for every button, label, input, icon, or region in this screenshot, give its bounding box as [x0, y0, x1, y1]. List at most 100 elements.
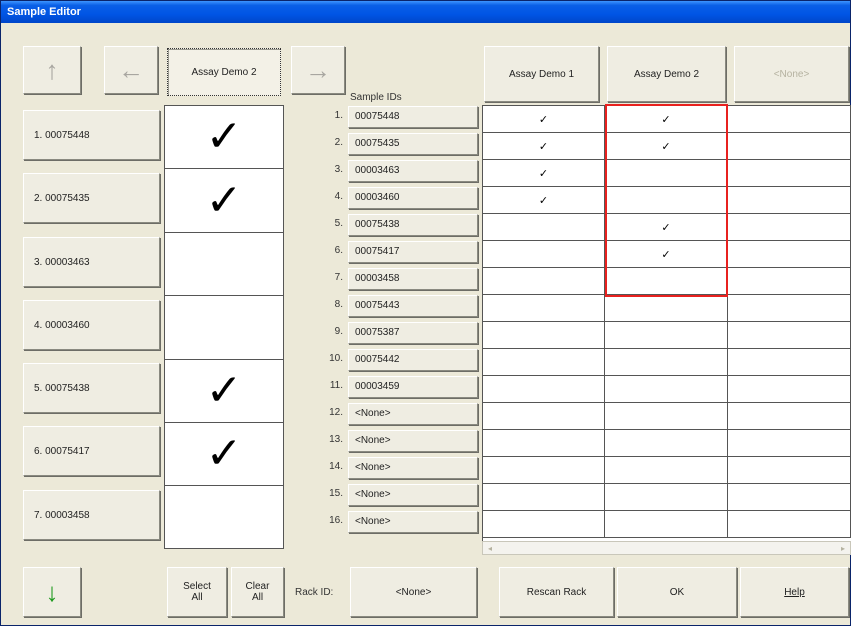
move-up-button[interactable]: ↑ [23, 46, 81, 94]
assay-grid-cell[interactable] [605, 376, 728, 403]
assay-grid-cell[interactable] [728, 268, 851, 295]
sample-button[interactable]: 3. 00003463 [23, 237, 160, 287]
check-cell[interactable] [165, 296, 283, 360]
move-down-button[interactable]: ↓ [23, 567, 81, 617]
assay-grid-cell[interactable] [605, 457, 728, 484]
assay-grid-cell[interactable] [483, 457, 605, 484]
assay-grid-cell[interactable] [483, 295, 605, 322]
next-assay-button[interactable]: → [291, 46, 345, 94]
sample-button[interactable]: 1. 00075448 [23, 110, 160, 160]
rack-row-number: 16. [329, 515, 343, 526]
assay-grid-cell[interactable] [728, 160, 851, 187]
assay-grid-cell[interactable] [605, 430, 728, 457]
assay-grid-cell[interactable] [728, 187, 851, 214]
assay-grid-cell[interactable]: ✓ [605, 106, 728, 133]
assay-grid-cell[interactable]: ✓ [483, 133, 605, 160]
check-cell[interactable]: ✓ [165, 106, 283, 169]
horizontal-scrollbar[interactable]: ◂ ▸ [482, 541, 851, 555]
sample-label: 3. 00003463 [34, 256, 90, 268]
sample-id-button[interactable]: <None> [348, 403, 478, 425]
assay-grid-cell[interactable] [728, 511, 851, 538]
assay-grid-cell[interactable] [728, 133, 851, 160]
assay-grid-cell[interactable] [483, 214, 605, 241]
assay-grid-cell[interactable] [728, 376, 851, 403]
assay-grid-cell[interactable] [605, 349, 728, 376]
sample-id-button[interactable]: 00075438 [348, 214, 478, 236]
clear-all-button[interactable]: Clear All [231, 567, 284, 617]
assay-grid-cell[interactable]: ✓ [605, 133, 728, 160]
check-cell[interactable]: ✓ [165, 360, 283, 423]
sample-button[interactable]: 7. 00003458 [23, 490, 160, 540]
help-button[interactable]: Help [740, 567, 849, 617]
assay-grid-cell[interactable]: ✓ [483, 106, 605, 133]
assay-grid-cell[interactable] [728, 457, 851, 484]
sample-id-button[interactable]: 00003458 [348, 268, 478, 290]
rack-id-button[interactable]: <None> [350, 567, 477, 617]
assay-grid-cell[interactable] [483, 322, 605, 349]
assay-grid-cell[interactable] [483, 349, 605, 376]
assay-header-button[interactable]: <None> [734, 46, 849, 102]
sample-id-button[interactable]: 00075417 [348, 241, 478, 263]
assay-header-button[interactable]: Assay Demo 2 [607, 46, 726, 102]
previous-assay-button[interactable]: ← [104, 46, 158, 94]
assay-grid-cell[interactable] [728, 322, 851, 349]
assay-grid-cell[interactable] [605, 322, 728, 349]
select-all-button[interactable]: Select All [167, 567, 227, 617]
check-cell[interactable]: ✓ [165, 423, 283, 486]
sample-id-button[interactable]: 00075435 [348, 133, 478, 155]
assay-grid-cell[interactable] [728, 403, 851, 430]
sample-id-button[interactable]: 00003460 [348, 187, 478, 209]
current-assay-button[interactable]: Assay Demo 2 [167, 48, 281, 96]
sample-button[interactable]: 6. 00075417 [23, 426, 160, 476]
sample-id-button[interactable]: 00075443 [348, 295, 478, 317]
assay-grid-cell[interactable] [728, 430, 851, 457]
sample-id-button[interactable]: <None> [348, 457, 478, 479]
assay-grid-cell[interactable]: ✓ [605, 241, 728, 268]
current-assay-label: Assay Demo 2 [191, 66, 257, 78]
sample-button[interactable]: 4. 00003460 [23, 300, 160, 350]
check-cell[interactable] [165, 233, 283, 296]
assay-grid-cell[interactable] [483, 511, 605, 538]
assay-grid-cell[interactable] [483, 403, 605, 430]
assay-grid-cell[interactable]: ✓ [605, 214, 728, 241]
assay-grid-cell[interactable] [483, 484, 605, 511]
assay-grid-cell[interactable] [605, 187, 728, 214]
assay-grid-cell[interactable] [728, 484, 851, 511]
scroll-left-icon[interactable]: ◂ [484, 543, 496, 554]
sample-id-button[interactable]: 00003463 [348, 160, 478, 182]
assay-grid-cell[interactable] [605, 403, 728, 430]
assay-grid-cell[interactable] [483, 376, 605, 403]
sample-button[interactable]: 2. 00075435 [23, 173, 160, 223]
assay-grid-cell[interactable] [728, 106, 851, 133]
assay-grid-cell[interactable] [605, 511, 728, 538]
sample-id-button[interactable]: <None> [348, 511, 478, 533]
assay-grid-cell[interactable] [728, 214, 851, 241]
sample-button[interactable]: 5. 00075438 [23, 363, 160, 413]
sample-id-button[interactable]: <None> [348, 430, 478, 452]
assay-grid-cell[interactable] [483, 241, 605, 268]
assay-grid-cell[interactable] [605, 295, 728, 322]
sample-id-button[interactable]: 00075442 [348, 349, 478, 371]
assay-grid-cell[interactable] [605, 268, 728, 295]
check-cell[interactable]: ✓ [165, 169, 283, 233]
assay-grid-cell[interactable] [483, 268, 605, 295]
assay-grid-cell[interactable] [728, 295, 851, 322]
assay-grid-cell[interactable] [605, 484, 728, 511]
ok-button[interactable]: OK [617, 567, 737, 617]
rack-row-number: 9. [334, 326, 343, 337]
assay-header-button[interactable]: Assay Demo 1 [484, 46, 599, 102]
assay-grid-cell[interactable] [728, 349, 851, 376]
sample-id-button[interactable]: <None> [348, 484, 478, 506]
assay-grid-cell[interactable]: ✓ [483, 160, 605, 187]
check-cell[interactable] [165, 486, 283, 548]
assay-grid-cell[interactable] [605, 160, 728, 187]
sample-id-button[interactable]: 00075387 [348, 322, 478, 344]
sample-id-button[interactable]: 00003459 [348, 376, 478, 398]
up-arrow-icon: ↑ [45, 55, 59, 85]
assay-grid-cell[interactable]: ✓ [483, 187, 605, 214]
assay-grid-cell[interactable] [728, 241, 851, 268]
sample-id-button[interactable]: 00075448 [348, 106, 478, 128]
assay-grid-cell[interactable] [483, 430, 605, 457]
scroll-right-icon[interactable]: ▸ [837, 543, 849, 554]
rescan-rack-button[interactable]: Rescan Rack [499, 567, 614, 617]
